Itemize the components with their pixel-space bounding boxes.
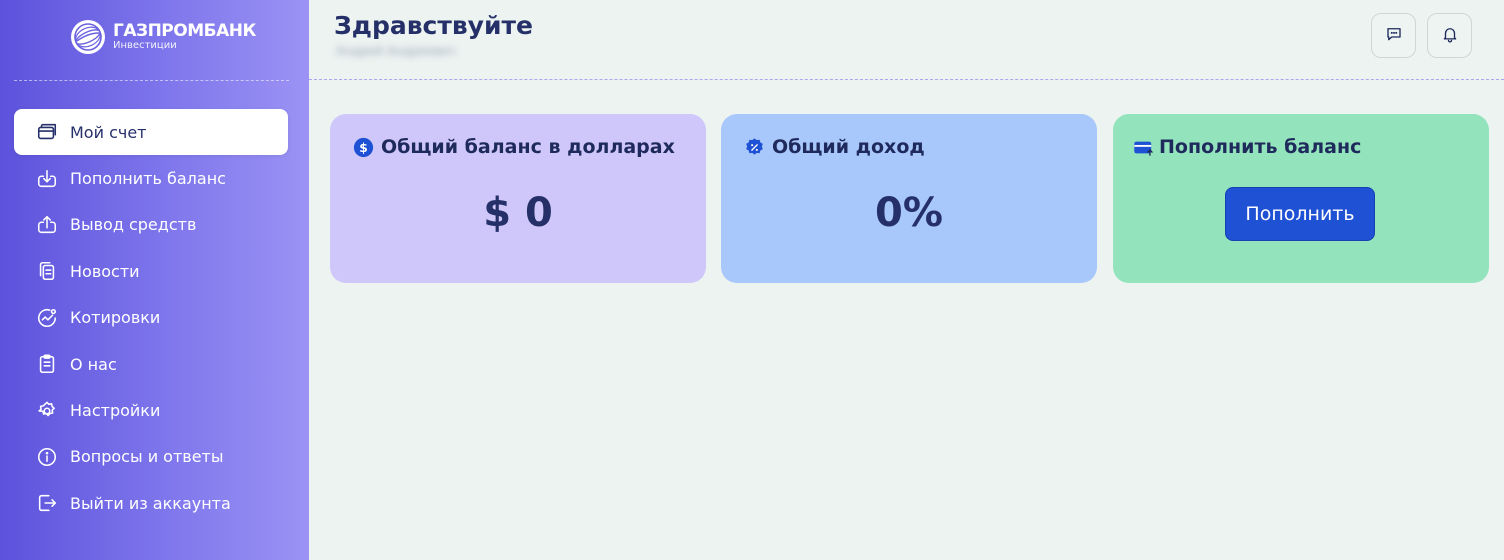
sidebar-item-topup[interactable]: Пополнить баланс	[14, 155, 288, 201]
sidebar-item-quotes[interactable]: Котировки	[14, 295, 288, 341]
sidebar-item-label: Пополнить баланс	[70, 169, 226, 189]
brand-title: ГАЗПРОМБАНК	[113, 21, 256, 41]
sidebar-item-label: Выйти из аккаунта	[70, 493, 231, 513]
sidebar-item-label: Новости	[70, 261, 140, 281]
sidebar-item-label: Котировки	[70, 308, 161, 328]
sidebar-item-about[interactable]: О нас	[14, 341, 288, 387]
sidebar-item-logout[interactable]: Выйти из аккаунта	[14, 480, 288, 526]
brand-subtitle: Инвестиции	[113, 40, 177, 51]
income-card: Общий доход 0%	[721, 114, 1097, 283]
upload-icon	[36, 214, 58, 236]
sidebar-item-news[interactable]: Новости	[14, 248, 288, 294]
sidebar-item-my-account[interactable]: Мой счет	[14, 109, 288, 156]
gear-icon	[36, 400, 58, 422]
notifications-button[interactable]	[1427, 13, 1472, 58]
download-icon	[36, 168, 58, 190]
chart-circle-icon	[36, 307, 58, 329]
sidebar-item-label: Настройки	[70, 401, 161, 421]
income-value: 0%	[875, 190, 943, 236]
sidebar-item-settings[interactable]: Настройки	[14, 387, 288, 433]
sidebar-item-withdraw[interactable]: Вывод средств	[14, 202, 288, 248]
sidebar-divider	[14, 80, 289, 81]
globe-logo-icon	[71, 20, 105, 54]
svg-text:$: $	[359, 140, 368, 154]
balance-card-title: Общий баланс в долларах	[381, 136, 675, 158]
info-icon	[36, 446, 58, 468]
topup-card-title: Пополнить баланс	[1159, 136, 1362, 158]
clipboard-icon	[36, 353, 58, 375]
sidebar-item-label: Вывод средств	[70, 215, 197, 235]
topup-button[interactable]: Пополнить	[1225, 187, 1375, 241]
user-name: Андрей Андреевич	[336, 44, 456, 58]
wallet-icon	[36, 121, 58, 143]
topup-card: Пополнить баланс Пополнить	[1113, 114, 1489, 283]
sidebar-nav: Мой счет Пополнить баланс Вывод средств …	[14, 109, 288, 527]
sidebar-item-label: Мой счет	[70, 122, 147, 142]
balance-card: $ Общий баланс в долларах $ 0	[330, 114, 706, 283]
sidebar-item-faq[interactable]: Вопросы и ответы	[14, 434, 288, 480]
card-icon	[1133, 136, 1155, 158]
percent-badge-icon	[743, 136, 765, 158]
page-title: Здравствуйте	[334, 11, 533, 40]
chat-icon	[1385, 25, 1403, 47]
logout-icon	[36, 492, 58, 514]
income-card-title: Общий доход	[772, 136, 925, 158]
bell-icon	[1441, 25, 1459, 47]
header-divider	[309, 79, 1504, 80]
brand-logo[interactable]: ГАЗПРОМБАНК Инвестиции	[71, 20, 256, 54]
balance-value: $ 0	[483, 190, 553, 236]
sidebar-item-label: О нас	[70, 354, 117, 374]
sidebar: ГАЗПРОМБАНК Инвестиции Мой счет Пополнит…	[0, 0, 309, 560]
dollar-icon: $	[352, 136, 374, 158]
chat-button[interactable]	[1371, 13, 1416, 58]
documents-icon	[36, 260, 58, 282]
sidebar-item-label: Вопросы и ответы	[70, 447, 224, 467]
